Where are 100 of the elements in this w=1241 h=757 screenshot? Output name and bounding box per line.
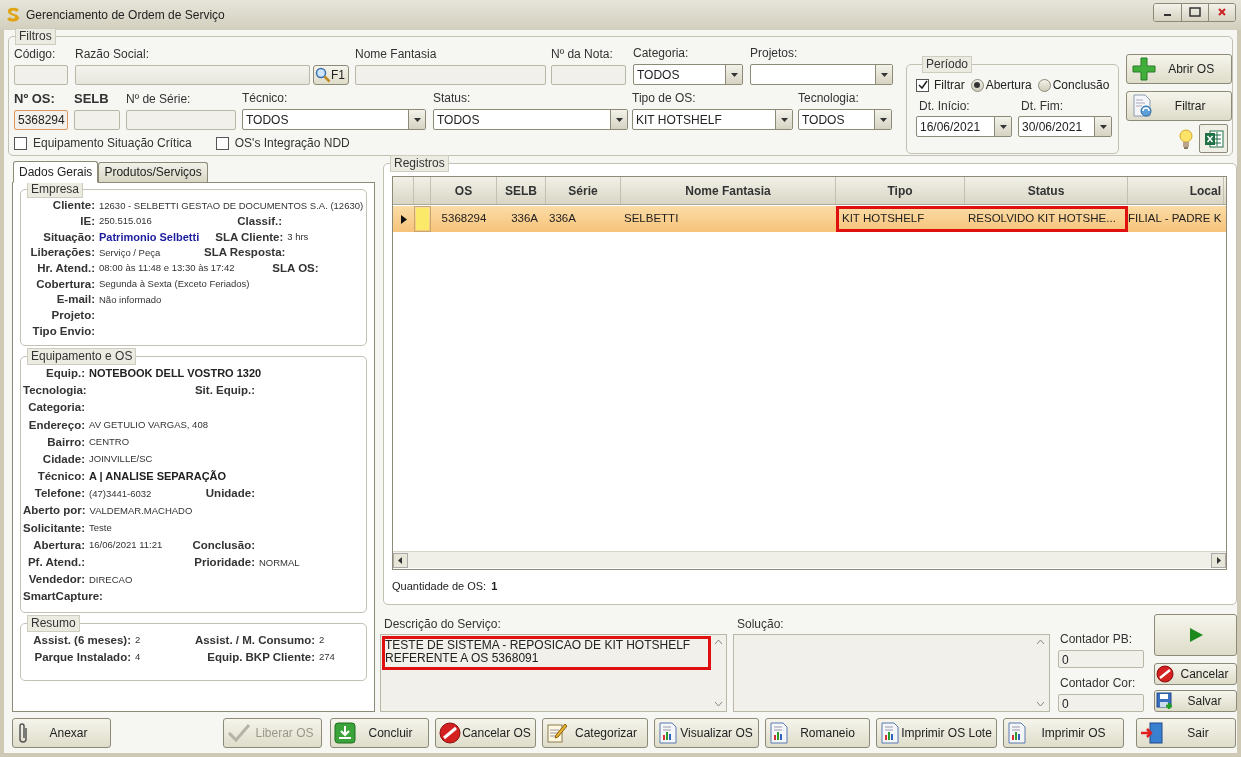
notepad-pencil-icon (546, 722, 568, 744)
field-label: Contador Cor: (1059, 675, 1137, 691)
field-label: Cobertura: (35, 276, 96, 292)
field-label: Assist. (6 meses): (32, 632, 132, 648)
scroll-right-icon[interactable] (1211, 552, 1226, 568)
side-button[interactable]: Salvar (1154, 690, 1237, 712)
input-field[interactable] (74, 110, 120, 130)
play-button[interactable] (1154, 614, 1237, 656)
toolbar-button[interactable]: Visualizar OS (654, 718, 759, 748)
excel-button[interactable] (1199, 124, 1228, 153)
chart-document-icon (658, 722, 678, 744)
input-field[interactable]: 5368294 (14, 110, 68, 130)
field-label: Equip.: (45, 365, 86, 381)
toolbar-button[interactable]: Categorizar (542, 718, 648, 748)
radio-button[interactable] (970, 78, 984, 92)
dropdown[interactable]: TODOS (242, 109, 426, 130)
action-button[interactable]: Abrir OS (1126, 54, 1232, 84)
scroll-left-icon[interactable] (393, 552, 408, 568)
field-value: 2 (319, 633, 325, 648)
date-field[interactable]: 16/06/2021 (916, 116, 1012, 137)
horizontal-scrollbar[interactable] (393, 551, 1226, 568)
side-button[interactable]: Cancelar (1154, 663, 1237, 685)
text-line: TESTE DE SISTEMA - REPOSICAO DE KIT HOTSHELF (385, 639, 691, 652)
table-row[interactable]: 5368294 336A 336A SELBETTI KIT HOTSHELF RESOLVIDO KIT HOTSHE... FILIAL - PADRE K (393, 206, 1226, 232)
checkbox[interactable] (916, 78, 929, 92)
input-field[interactable]: 0 (1058, 694, 1144, 712)
count-label: Quantidade de OS: (392, 579, 487, 594)
table-cell-text: 336A (549, 211, 576, 227)
field-label: Situação: (42, 229, 96, 245)
tab[interactable]: Dados Gerais (13, 161, 99, 183)
toolbar-button[interactable]: Concluir (330, 718, 429, 748)
dropdown[interactable]: KIT HOTSHELF (632, 109, 793, 130)
field-value: A | ANALISE SEPARAÇÃO (89, 469, 227, 485)
dropdown[interactable]: TODOS (433, 109, 628, 130)
action-button[interactable]: Filtrar (1126, 91, 1232, 121)
toolbar-button[interactable]: Anexar (12, 718, 111, 748)
close-button[interactable] (1208, 3, 1235, 21)
dropdown[interactable] (750, 64, 893, 85)
lookup-button[interactable]: F1 (313, 65, 349, 85)
scroll-up-icon[interactable] (1036, 639, 1045, 645)
column-header[interactable]: Tipo (836, 177, 965, 204)
text-area[interactable] (733, 634, 1050, 712)
date-field[interactable]: 30/06/2021 (1018, 116, 1112, 137)
toolbar-button[interactable]: Cancelar OS (435, 718, 536, 748)
dropdown[interactable]: TODOS (633, 64, 743, 85)
minimize-button[interactable] (1154, 3, 1181, 21)
column-header[interactable]: SELB (497, 177, 546, 204)
field-value: 250.515.016 (99, 214, 152, 229)
field-label: Projetos: (750, 45, 799, 61)
count-value: 1 (491, 579, 498, 594)
toolbar-button[interactable]: Imprimir OS Lote (876, 718, 997, 748)
field-label: Conclusão: (191, 537, 256, 553)
scroll-down-icon[interactable] (1036, 701, 1045, 707)
field-label: Categoria: (27, 400, 86, 416)
input-field[interactable] (75, 65, 310, 85)
lightbulb-icon[interactable] (1179, 129, 1193, 151)
field-label: Hr. Atend.: (36, 260, 96, 276)
column-header[interactable]: Status (965, 177, 1128, 204)
caret-icon (1094, 117, 1111, 136)
column-header[interactable]: Nome Fantasia (621, 177, 836, 204)
field-value: AV GETULIO VARGAS, 408 (89, 418, 208, 433)
input-field[interactable] (551, 65, 626, 85)
tab[interactable]: Produtos/Serviços (98, 162, 208, 182)
group-title: Período (922, 56, 973, 73)
field-label: Abertura: (32, 537, 86, 553)
text-area[interactable]: TESTE DE SISTEMA - REPOSICAO DE KIT HOTSHELF REFERENTE A OS 5368091 (380, 634, 727, 712)
paperclip-icon (16, 722, 30, 744)
field-label: Código: (14, 46, 57, 62)
field-label: SmartCapture: (23, 589, 104, 605)
input-field[interactable]: 0 (1058, 650, 1144, 668)
field-label: Status: (433, 90, 472, 106)
radio-button[interactable] (1037, 78, 1051, 92)
field-value: 3 hrs (287, 230, 309, 245)
input-field[interactable] (14, 65, 68, 85)
scroll-up-icon[interactable] (714, 639, 724, 645)
close-icon (1217, 7, 1227, 17)
field-value: 16/06/2021 11:21 (89, 538, 163, 553)
field-label: Técnico: (242, 90, 289, 106)
input-field[interactable] (126, 110, 236, 130)
checkbox[interactable] (215, 136, 229, 150)
field-label: Unidade: (204, 486, 256, 502)
field-label: IE: (79, 213, 96, 229)
column-header[interactable]: OS (431, 177, 497, 204)
checkbox[interactable] (14, 136, 27, 150)
toolbar-button[interactable]: Sair (1136, 718, 1236, 748)
radio-label: Abertura (985, 77, 1032, 94)
toolbar-button[interactable]: Imprimir OS (1003, 718, 1124, 748)
no-entry-icon (439, 722, 461, 744)
input-field[interactable] (355, 65, 546, 85)
toolbar-button[interactable]: Romaneio (765, 718, 870, 748)
scroll-down-icon[interactable] (714, 701, 724, 707)
column-header[interactable]: Série (546, 177, 621, 204)
window-title: Gerenciamento de Ordem de Serviço (26, 7, 226, 24)
field-label: Nº de Série: (126, 91, 192, 107)
field-value: NORMAL (259, 555, 300, 570)
dropdown[interactable]: TODOS (798, 109, 892, 130)
maximize-button[interactable] (1181, 3, 1208, 21)
column-header[interactable]: Local (1128, 177, 1224, 204)
field-label: Nº OS: (14, 91, 56, 107)
chart-document-icon (880, 722, 900, 744)
